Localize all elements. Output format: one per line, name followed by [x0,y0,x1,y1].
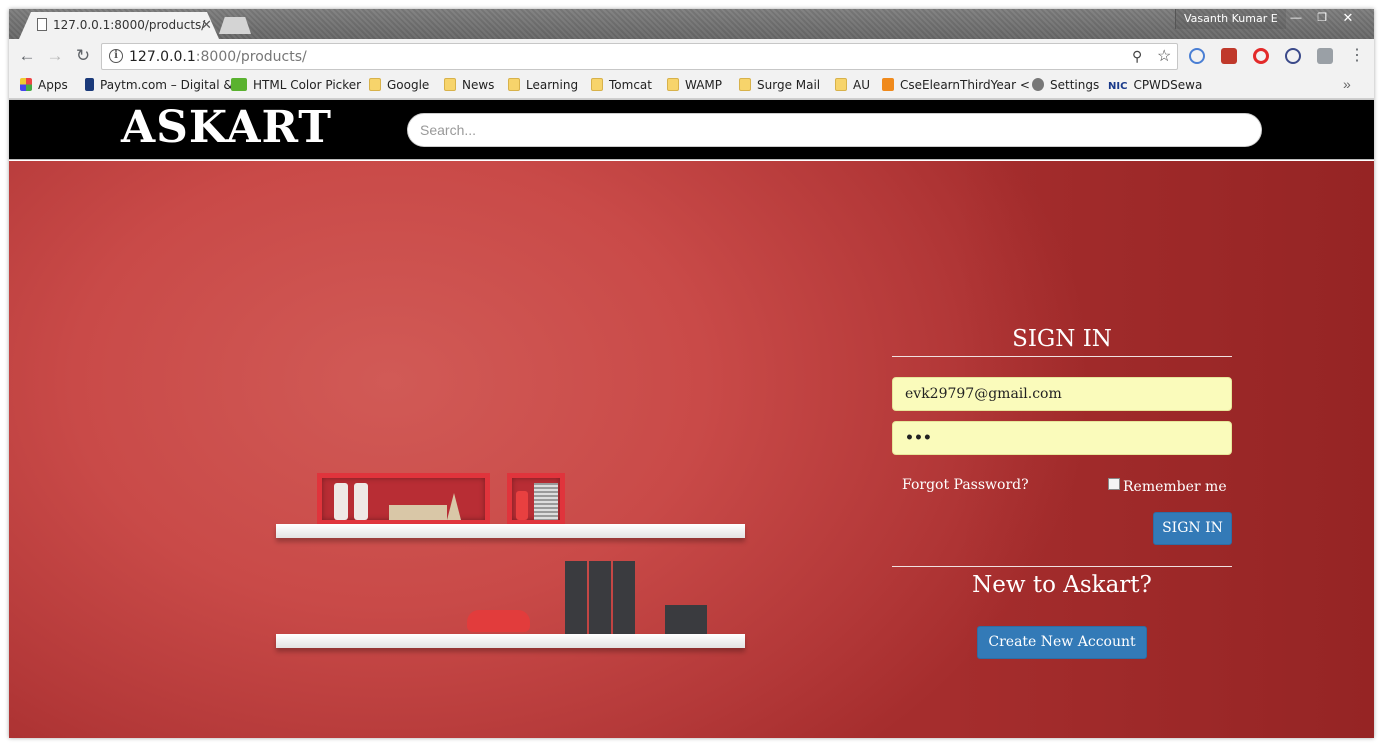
tab-strip: 127.0.0.1:8000/products/ ✕ Vasanth Kumar… [9,9,1374,39]
remember-me-label: Remember me [1123,479,1227,495]
sync-extension-icon[interactable] [1189,48,1205,64]
bookmark-extension-icon[interactable] [1221,48,1237,64]
info-icon[interactable]: i [109,49,123,63]
share-extension-icon[interactable] [1317,48,1333,64]
w3-icon [231,78,247,91]
bookmark-settings[interactable]: Settings [1032,78,1099,92]
t-icon [882,78,894,91]
bookmark-paytm[interactable]: Paytm.com – Digital & [85,78,233,92]
bookmark-news[interactable]: News [444,78,494,92]
bookmark-surge-mail[interactable]: Surge Mail [739,78,820,92]
address-bar[interactable]: i 127.0.0.1:8000/products/ ⚲ ☆ [101,43,1178,70]
tower-object [447,493,461,520]
binder-object [613,561,635,635]
forgot-password-link[interactable]: Forgot Password? [902,477,1029,493]
minimize-icon[interactable]: — [1283,9,1309,29]
bookmark-learning[interactable]: Learning [508,78,578,92]
bookmarks-bar: Apps Paytm.com – Digital & HTML Color Pi… [9,73,1374,99]
close-window-icon[interactable]: ✕ [1335,9,1361,29]
signin-button[interactable]: SIGN IN [1153,512,1232,545]
upper-shelf [276,524,745,538]
toy-car-object [467,610,530,632]
page-icon [37,18,47,31]
page-content: ASKART SI [9,100,1374,738]
section-divider [892,566,1232,567]
speaker-object [665,605,707,635]
opera-extension-icon[interactable] [1253,48,1269,64]
email-field[interactable] [892,377,1232,411]
bookmark-au[interactable]: AU [835,78,870,92]
bookmark-tomcat[interactable]: Tomcat [591,78,652,92]
gear-icon [1032,78,1044,91]
site-logo[interactable]: ASKART [121,102,332,153]
folder-icon [369,78,381,91]
folder-icon [667,78,679,91]
create-account-button[interactable]: Create New Account [977,626,1147,659]
paytm-icon [85,78,94,91]
folder-icon [508,78,520,91]
cd-stack-object [534,483,558,520]
lower-shelf [276,634,745,648]
flask-object [516,491,528,520]
signin-panel: SIGN IN Forgot Password? Remember me SIG… [892,326,1232,666]
new-tab-button[interactable] [219,17,251,34]
bookmark-wamp[interactable]: WAMP [667,78,722,92]
folder-icon [739,78,751,91]
back-arrow-icon[interactable]: ← [16,45,38,67]
bookmark-apps[interactable]: Apps [20,78,68,92]
hero-banner: SIGN IN Forgot Password? Remember me SIG… [9,161,1374,738]
bottle-object [354,483,368,520]
signin-title: SIGN IN [1012,326,1112,352]
apps-grid-icon [20,78,32,91]
search-input[interactable] [407,113,1262,147]
menu-dots-icon[interactable]: ⋮ [1346,45,1368,67]
bookmark-html-color-picker[interactable]: HTML Color Picker [231,78,361,92]
folder-icon [444,78,456,91]
new-account-heading: New to Askart? [972,572,1152,598]
forward-arrow-icon[interactable]: → [44,45,66,67]
tab-close-icon[interactable]: ✕ [201,17,212,33]
star-icon[interactable]: ☆ [1157,46,1171,66]
reload-icon[interactable]: ↻ [72,45,94,67]
binder-object [565,561,587,635]
browser-toolbar: ← → ↻ i 127.0.0.1:8000/products/ ⚲ ☆ ⋮ [9,39,1374,73]
bottle-object [334,483,348,520]
checkbox-icon[interactable] [1108,478,1120,490]
pin-icon[interactable]: ⚲ [1132,48,1142,65]
browser-window: 127.0.0.1:8000/products/ ✕ Vasanth Kumar… [9,9,1374,738]
bookmark-google[interactable]: Google [369,78,429,92]
bookmark-cpwdsewa[interactable]: NIC CPWDSewa [1108,78,1202,92]
password-field[interactable] [892,421,1232,455]
profile-name[interactable]: Vasanth Kumar E [1175,9,1286,29]
bookmarks-overflow-icon[interactable]: » [1343,76,1351,92]
block-extension-icon[interactable] [1285,48,1301,64]
remember-me-checkbox[interactable]: Remember me [1108,478,1227,495]
blocks-object [389,505,447,520]
restore-icon[interactable]: ❐ [1309,9,1335,29]
folder-icon [591,78,603,91]
bookmark-cseelearn[interactable]: CseElearnThirdYear < [882,78,1030,92]
tab-title: 127.0.0.1:8000/products/ [53,18,206,32]
site-header: ASKART [9,100,1374,160]
tab-products[interactable]: 127.0.0.1:8000/products/ ✕ [19,12,219,39]
binder-object [589,561,611,635]
url-text: 127.0.0.1:8000/products/ [129,49,307,65]
nic-icon: NIC [1108,81,1128,92]
title-divider [892,356,1232,357]
folder-icon [835,78,847,91]
